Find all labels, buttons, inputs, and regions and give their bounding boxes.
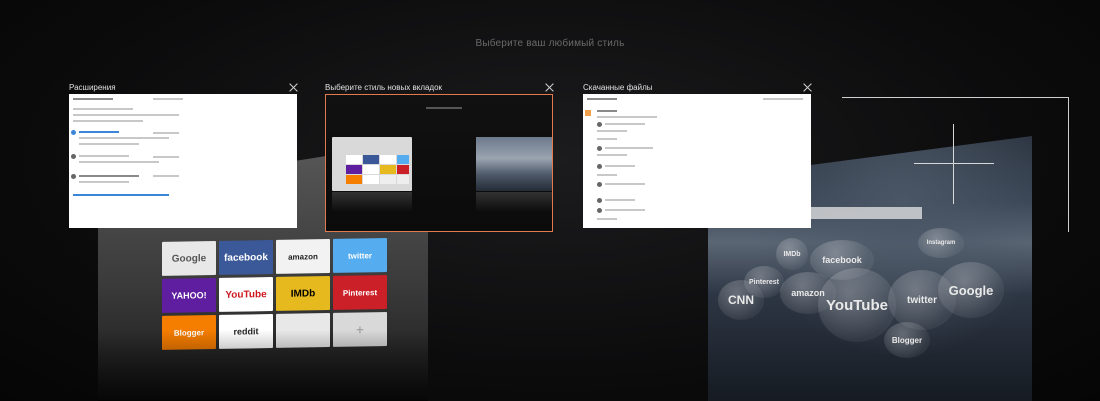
close-icon[interactable] [544,82,555,93]
tab-preview [583,94,811,228]
tile-youtube: YouTube [219,277,273,312]
tab-thumbnail-extensions[interactable]: Расширения [69,80,299,228]
tile-amazon: amazon [276,239,330,274]
bubble-cnn: CNN [718,280,764,320]
tile-yahoo: YAHOO! [162,277,216,313]
tile-imdb: IMDb [276,276,330,311]
mini-visual-preview [476,137,552,191]
tile-pinterest: Pinterest [333,275,387,310]
tab-preview [69,94,297,228]
tile-google: Google [162,240,216,276]
tab-title: Скачанные файлы [583,82,653,92]
tab-thumbnail-downloads[interactable]: Скачанные файлы [583,80,813,228]
mini-classic-preview [332,137,412,191]
tab-preview-selected [325,94,553,232]
tab-thumbnail-new-tab-style[interactable]: Выберите стиль новых вкладок [325,80,555,232]
bubble-youtube: YouTube [818,268,896,342]
bubble-extra: Instagram [918,228,964,258]
close-icon[interactable] [802,82,813,93]
bubble-google: Google [938,262,1004,318]
close-icon[interactable] [288,82,299,93]
tab-title: Расширения [69,82,116,92]
bubble-blogger: Blogger [884,322,930,358]
tab-title: Выберите стиль новых вкладок [325,82,443,92]
tile-twitter: twitter [333,238,387,273]
tile-facebook: facebook [219,240,273,275]
classic-preview-fade [98,330,428,401]
bubble-imdb: IMDb [776,238,808,270]
page-heading: Выберите ваш любимый стиль [475,38,625,49]
plus-icon[interactable] [914,124,994,204]
